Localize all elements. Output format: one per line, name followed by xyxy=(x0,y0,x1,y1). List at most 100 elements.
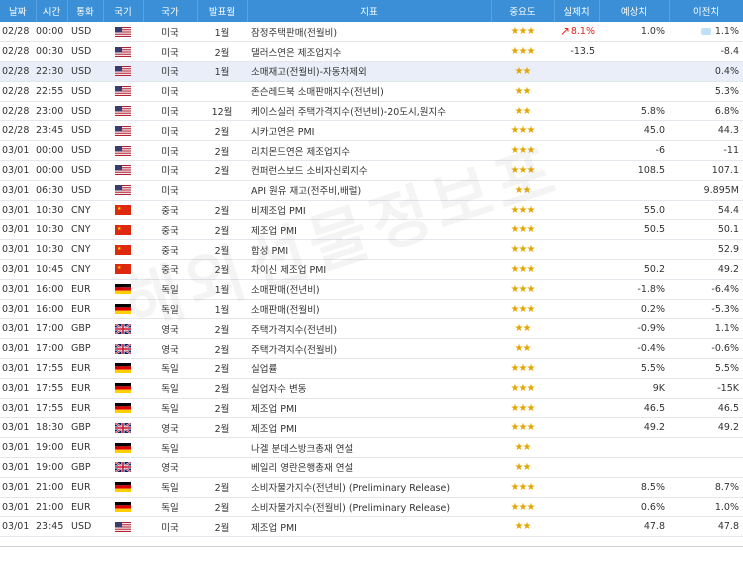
cell-forecast: 55.0 xyxy=(599,200,669,221)
cell-indicator[interactable]: 합성 PMI xyxy=(247,239,491,261)
cell-indicator[interactable]: 소매판매(전월비) xyxy=(247,299,491,320)
table-row[interactable]: 03/01 19:00 GBP 영국 베일리 영란은행총재 연설 ★★ xyxy=(0,457,743,478)
table-row[interactable]: 03/01 10:30 CNY ★ 중국 2월 제조업 PMI ★★★ 50.5… xyxy=(0,219,743,241)
table-row[interactable]: 03/01 17:00 GBP 영국 2월 주택가격지수(전월비) ★★ -0.… xyxy=(0,338,743,360)
cell-time: 21:00 xyxy=(36,477,67,498)
cell-indicator[interactable]: 제조업 PMI xyxy=(247,219,491,241)
flag-de-icon xyxy=(115,284,131,295)
cell-currency: USD xyxy=(67,160,103,181)
cell-date: 03/01 xyxy=(0,437,36,459)
cell-indicator[interactable]: 주택가격지수(전년비) xyxy=(247,318,491,340)
table-row[interactable]: 03/01 10:45 CNY ★ 중국 2월 차이신 제조업 PMI ★★★ … xyxy=(0,259,743,280)
cell-flag xyxy=(103,22,143,43)
cell-indicator[interactable]: 제조업 PMI xyxy=(247,417,491,439)
cell-time: 16:00 xyxy=(36,299,67,320)
table-row[interactable]: 03/01 17:55 EUR 독일 2월 실업률 ★★★ 5.5% 5.5% xyxy=(0,358,743,379)
cell-indicator[interactable]: API 원유 재고(전주비,배럴) xyxy=(247,180,491,201)
cell-currency: USD xyxy=(67,101,103,122)
cell-time: 06:30 xyxy=(36,180,67,201)
cell-indicator[interactable]: 주택가격지수(전월비) xyxy=(247,338,491,360)
table-row[interactable]: 03/01 17:55 EUR 독일 2월 실업자수 변동 ★★★ 9K -15… xyxy=(0,378,743,399)
flag-us-icon xyxy=(115,125,131,136)
cell-indicator[interactable]: 제조업 PMI xyxy=(247,398,491,419)
table-row[interactable]: 02/28 22:30 USD 미국 1월 소매재고(전월비)-자동차제외 ★★… xyxy=(0,61,743,82)
header-importance[interactable]: 중요도 xyxy=(491,0,555,22)
previous-value: 54.4 xyxy=(717,204,739,216)
cell-indicator[interactable]: 잠정주택판매(전월비) xyxy=(247,22,491,43)
cell-indicator[interactable]: 컨퍼런스보드 소비자신뢰지수 xyxy=(247,160,491,181)
cell-currency: CNY xyxy=(67,259,103,280)
cell-country: 중국 xyxy=(143,259,197,280)
svg-text:★: ★ xyxy=(117,246,122,252)
header-previous[interactable]: 이전치 xyxy=(669,0,743,22)
cell-indicator[interactable]: 소매재고(전월비)-자동차제외 xyxy=(247,61,491,82)
cell-currency: USD xyxy=(67,140,103,162)
cell-time: 10:45 xyxy=(36,259,67,280)
cell-currency: CNY xyxy=(67,200,103,221)
table-row[interactable]: 03/01 18:30 GBP 영국 2월 제조업 PMI ★★★ 49.2 4… xyxy=(0,417,743,439)
header-currency[interactable]: 통화 xyxy=(67,0,104,22)
cell-actual xyxy=(554,279,599,300)
header-time[interactable]: 시간 xyxy=(36,0,68,22)
header-flag[interactable]: 국기 xyxy=(103,0,144,22)
header-date[interactable]: 날짜 xyxy=(0,0,37,22)
table-body: 02/28 00:00 USD 미국 1월 잠정주택판매(전월비) ★★★ ↗ 8… xyxy=(0,22,743,538)
header-actual[interactable]: 실제치 xyxy=(554,0,600,22)
table-row[interactable]: 03/01 17:55 EUR 독일 2월 제조업 PMI ★★★ 46.5 4… xyxy=(0,398,743,419)
cell-indicator[interactable]: 실업자수 변동 xyxy=(247,378,491,399)
cell-indicator[interactable]: 케이스실러 주택가격지수(전년비)-20도시,원지수 xyxy=(247,101,491,122)
cell-indicator[interactable]: 비제조업 PMI xyxy=(247,200,491,221)
cell-indicator[interactable]: 베일리 영란은행총재 연설 xyxy=(247,457,491,478)
cell-indicator[interactable]: 리치몬드연은 제조업지수 xyxy=(247,140,491,162)
table-row[interactable]: 03/01 10:30 CNY ★ 중국 2월 비제조업 PMI ★★★ 55.… xyxy=(0,200,743,221)
header-country[interactable]: 국가 xyxy=(143,0,198,22)
cell-date: 02/28 xyxy=(0,101,36,122)
table-row[interactable]: 03/01 23:45 USD 미국 2월 제조업 PMI ★★ 47.8 47… xyxy=(0,516,743,538)
cell-forecast: 45.0 xyxy=(599,120,669,142)
cell-actual xyxy=(554,417,599,439)
table-row[interactable]: 03/01 06:30 USD 미국 API 원유 재고(전주비,배럴) ★★ … xyxy=(0,180,743,201)
cell-actual xyxy=(554,378,599,399)
table-row[interactable]: 02/28 23:45 USD 미국 2월 시카고연은 PMI ★★★ 45.0… xyxy=(0,120,743,142)
table-row[interactable]: 03/01 16:00 EUR 독일 1월 소매판매(전년비) ★★★ -1.8… xyxy=(0,279,743,300)
cell-indicator[interactable]: 존슨레드북 소매판매지수(전년비) xyxy=(247,81,491,102)
table-row[interactable]: 03/01 10:30 CNY ★ 중국 2월 합성 PMI ★★★ 52.9 xyxy=(0,239,743,261)
cell-indicator[interactable]: 실업률 xyxy=(247,358,491,379)
previous-value: 107.1 xyxy=(711,164,739,176)
cell-indicator[interactable]: 소비자물가지수(전월비) (Preliminary Release) xyxy=(247,497,491,518)
cell-forecast xyxy=(599,437,669,459)
table-row[interactable]: 03/01 19:00 EUR 독일 나겔 분데스방크총재 연설 ★★ xyxy=(0,437,743,459)
cell-period: 2월 xyxy=(197,477,247,498)
table-row[interactable]: 03/01 21:00 EUR 독일 2월 소비자물가지수(전년비) (Prel… xyxy=(0,477,743,498)
table-row[interactable]: 03/01 00:00 USD 미국 2월 컨퍼런스보드 소비자신뢰지수 ★★★… xyxy=(0,160,743,181)
cell-indicator[interactable]: 소매판매(전년비) xyxy=(247,279,491,300)
cell-date: 03/01 xyxy=(0,219,36,241)
cell-indicator[interactable]: 차이신 제조업 PMI xyxy=(247,259,491,280)
cell-indicator[interactable]: 제조업 PMI xyxy=(247,516,491,538)
previous-value: -15K xyxy=(717,382,739,394)
header-indicator[interactable]: 지표 xyxy=(247,0,492,22)
cell-period: 2월 xyxy=(197,219,247,241)
comment-bubble-icon[interactable] xyxy=(700,28,711,36)
cell-indicator[interactable]: 나겔 분데스방크총재 연설 xyxy=(247,437,491,459)
table-row[interactable]: 03/01 17:00 GBP 영국 2월 주택가격지수(전년비) ★★ -0.… xyxy=(0,318,743,340)
cell-forecast: 5.8% xyxy=(599,101,669,122)
cell-indicator[interactable]: 시카고연은 PMI xyxy=(247,120,491,142)
table-row[interactable]: 03/01 16:00 EUR 독일 1월 소매판매(전월비) ★★★ 0.2%… xyxy=(0,299,743,320)
svg-text:★: ★ xyxy=(117,206,122,212)
table-row[interactable]: 02/28 22:55 USD 미국 존슨레드북 소매판매지수(전년비) ★★ … xyxy=(0,81,743,102)
table-row[interactable]: 02/28 23:00 USD 미국 12월 케이스실러 주택가격지수(전년비)… xyxy=(0,101,743,122)
previous-value: -8.4 xyxy=(720,46,739,58)
cell-period: 2월 xyxy=(197,497,247,518)
cell-country: 미국 xyxy=(143,180,197,201)
table-row[interactable]: 02/28 00:30 USD 미국 2월 댈러스연은 제조업지수 ★★★ -1… xyxy=(0,41,743,63)
table-row[interactable]: 02/28 00:00 USD 미국 1월 잠정주택판매(전월비) ★★★ ↗ 8… xyxy=(0,22,743,43)
flag-us-icon xyxy=(115,106,131,117)
header-forecast[interactable]: 예상치 xyxy=(599,0,670,22)
cell-indicator[interactable]: 댈러스연은 제조업지수 xyxy=(247,41,491,63)
header-period[interactable]: 발표월 xyxy=(197,0,248,22)
cell-indicator[interactable]: 소비자물가지수(전년비) (Preliminary Release) xyxy=(247,477,491,498)
table-row[interactable]: 03/01 21:00 EUR 독일 2월 소비자물가지수(전월비) (Prel… xyxy=(0,497,743,518)
table-row[interactable]: 03/01 00:00 USD 미국 2월 리치몬드연은 제조업지수 ★★★ -… xyxy=(0,140,743,162)
cell-period: 2월 xyxy=(197,259,247,280)
